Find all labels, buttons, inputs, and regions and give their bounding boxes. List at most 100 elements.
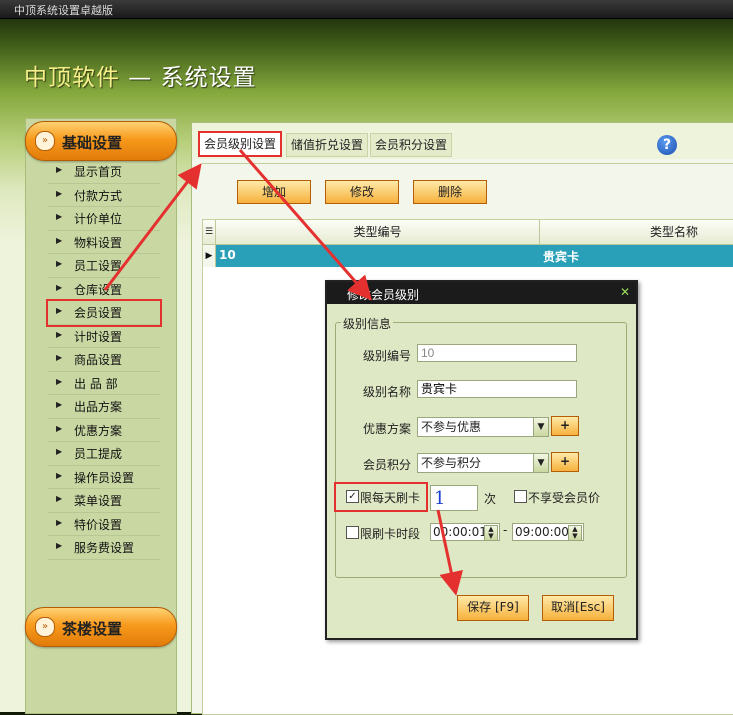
sidebar-item-warehouse[interactable]: ▶ 仓库设置 [48,278,160,301]
sidebar-item-label: 特价设置 [74,517,123,532]
app-title-brand: 中顶软件 [24,65,120,91]
sidebar-item-special-price[interactable]: ▶ 特价设置 [48,513,160,536]
no-member-price-checkbox[interactable] [514,490,527,503]
arrow-right-icon: ▶ [56,353,63,362]
sidebar-item-label: 物料设置 [74,235,123,250]
sidebar-item-label: 仓库设置 [74,282,123,297]
sidebar-item-output-plan[interactable]: ▶ 出品方案 [48,395,160,419]
table-row[interactable]: ▶ 10 贵宾卡 [203,245,733,267]
row-header-icon: ☰ [203,220,216,244]
toolbar: 增加 修改 删除 [202,163,733,216]
tab-bar: 会员级别设置 储值折兑设置 会员积分设置 ? [192,123,733,159]
time-end-value: 09:00:00 [515,525,569,539]
discount-select[interactable]: 不参与优惠 ▼ [417,417,549,437]
sidebar-item-label: 付款方式 [74,188,123,203]
sidebar-item-output-dept[interactable]: ▶ 出 品 部 [48,372,160,395]
spinner-icon[interactable]: ▲ ▼ [484,525,498,541]
points-label: 会员积分 [363,458,412,472]
dialog-title: 修改会员级别 [347,288,420,302]
double-arrow-icon: » [35,617,55,637]
window-title: 中顶系统设置卓越版 [14,4,113,17]
time-start-value: 00:00:01 [433,525,487,539]
group-legend: 级别信息 [341,315,394,332]
add-points-button[interactable]: + [551,452,579,472]
arrow-right-icon: ▶ [56,329,63,339]
arrow-right-icon: ▶ [56,376,63,386]
sidebar-item-label: 服务费设置 [74,541,135,555]
help-icon[interactable]: ? [657,135,677,155]
arrow-right-icon: ▶ [56,188,63,198]
arrow-right-icon: ▶ [56,212,63,221]
tab-member-points[interactable]: 会员积分设置 [370,133,453,157]
sidebar-item-goods[interactable]: ▶ 商品设置 [48,348,160,372]
add-button[interactable]: 增加 [237,180,311,204]
column-header-name[interactable]: 类型名称 [540,220,733,244]
sidebar-item-label: 优惠方案 [74,423,123,438]
sidebar-item-material[interactable]: ▶ 物料设置 [48,231,160,254]
sidebar-item-label: 员工设置 [74,259,123,273]
sidebar-item-label: 会员设置 [74,306,123,320]
sidebar-item-label: 菜单设置 [74,494,123,508]
arrow-right-icon: ▶ [56,517,63,527]
category-basic-button[interactable]: » 基础设置 [25,121,177,161]
close-icon[interactable]: ✕ [620,285,630,299]
code-field[interactable] [417,344,577,362]
edit-button[interactable]: 修改 [325,180,399,204]
time-end-field[interactable]: 09:00:00 ▲ ▼ [512,523,584,541]
arrow-right-icon: ▶ [56,541,63,550]
arrow-right-icon: ▶ [56,447,63,456]
time-separator: - [503,523,508,537]
tab-stored-value[interactable]: 储值折兑设置 [286,133,369,157]
delete-button[interactable]: 删除 [413,180,487,204]
cancel-button[interactable]: 取消[Esc] [542,595,614,621]
save-button[interactable]: 保存 [F9] [457,595,529,621]
limit-time-label: 限刷卡时段 [360,527,421,541]
name-field[interactable] [417,380,577,398]
points-select[interactable]: 不参与积分 ▼ [417,453,549,473]
category-basic-label: 基础设置 [62,134,123,152]
arrow-right-icon: ▶ [56,423,63,433]
limit-time-checkbox[interactable] [346,526,359,539]
discount-select-value: 不参与优惠 [421,420,482,434]
dialog-titlebar: 修改会员级别 ✕ [327,282,636,304]
sidebar-item-staff[interactable]: ▶ 员工设置 [48,254,160,278]
sidebar-item-timing[interactable]: ▶ 计时设置 [48,325,160,348]
cell-code: 10 [219,248,236,262]
sidebar-item-service-fee[interactable]: ▶ 服务费设置 [48,536,160,560]
sidebar-item-member[interactable]: ▶ 会员设置 [46,299,162,327]
sidebar-item-label: 显示首页 [74,165,123,179]
sidebar-item-label: 出 品 部 [74,376,118,391]
sidebar-item-menu[interactable]: ▶ 菜单设置 [48,489,160,513]
chevron-down-icon[interactable]: ▼ [533,418,548,436]
cell-name: 贵宾卡 [543,250,580,264]
sidebar-item-label: 计价单位 [74,212,123,226]
chevron-down-icon[interactable]: ▼ [533,454,548,472]
category-teahouse-button[interactable]: » 茶楼设置 [25,607,177,647]
arrow-right-icon: ▶ [56,282,63,292]
column-header-code[interactable]: 类型编号 [216,220,540,244]
times-unit-label: 次 [484,492,497,506]
sidebar-menu: ▶ 显示首页 ▶ 付款方式 ▶ 计价单位 ▶ 物料设置 ▶ 员工设置 ▶ 仓库设置 ▶ 会员设… [46,160,162,560]
sidebar-item-unit[interactable]: ▶ 计价单位 [48,207,160,231]
sidebar-item-operator[interactable]: ▶ 操作员设置 [48,466,160,489]
category-teahouse-label: 茶楼设置 [62,620,123,638]
sidebar-item-label: 员工提成 [74,447,123,461]
arrow-right-icon: ▶ [56,259,63,268]
spinner-icon[interactable]: ▲ ▼ [568,525,582,541]
sidebar-item-label: 出品方案 [74,400,123,414]
tab-member-level[interactable]: 会员级别设置 [198,131,283,157]
add-discount-button[interactable]: + [551,416,579,436]
sidebar-item-payment[interactable]: ▶ 付款方式 [48,184,160,207]
sidebar-item-home[interactable]: ▶ 显示首页 [48,160,160,184]
grid-header: ☰ 类型编号 类型名称 [203,220,733,245]
limit-daily-label: 限每天刷卡 [360,491,421,505]
arrow-right-icon: ▶ [56,306,63,315]
points-select-value: 不参与积分 [421,456,482,470]
time-start-field[interactable]: 00:00:01 ▲ ▼ [430,523,500,541]
daily-times-field[interactable] [430,485,478,511]
app-title-section: — 系统设置 [120,65,257,91]
limit-daily-checkbox[interactable]: ✓ [346,490,359,503]
double-arrow-icon: » [35,131,55,151]
sidebar-item-discount-plan[interactable]: ▶ 优惠方案 [48,419,160,442]
sidebar-item-commission[interactable]: ▶ 员工提成 [48,442,160,466]
